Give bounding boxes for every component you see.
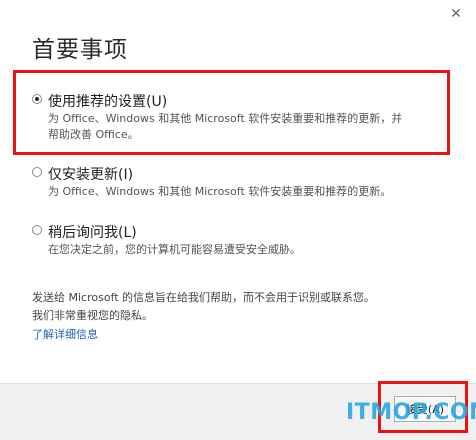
option-ask-later-label[interactable]: 稍后询问我(L)	[48, 222, 137, 242]
privacy-info-line1: 发送给 Microsoft 的信息旨在给我们帮助，而不会用于识别或联系您。	[32, 291, 376, 304]
option-recommended-desc-line2: 帮助改善 Office。	[48, 128, 139, 141]
option-updates-only-desc: 为 Office、Windows 和其他 Microsoft 软件安装重要和推荐…	[48, 185, 392, 198]
privacy-info: 发送给 Microsoft 的信息旨在给我们帮助，而不会用于识别或联系您。 我们…	[32, 289, 375, 325]
option-updates-only-label[interactable]: 仅安装更新(I)	[48, 164, 133, 184]
option-recommended-label[interactable]: 使用推荐的设置(U)	[48, 91, 167, 111]
option-ask-later-desc: 在您决定之前，您的计算机可能容易遭受安全威胁。	[48, 243, 301, 256]
learn-more-link[interactable]: 了解详细信息	[32, 326, 98, 342]
close-icon[interactable]: ✕	[448, 6, 464, 22]
radio-recommended[interactable]	[32, 94, 42, 104]
setup-dialog: ✕ 首要事项 使用推荐的设置(U) 为 Office、Windows 和其他 M…	[0, 0, 476, 440]
radio-updates-only[interactable]	[32, 167, 42, 177]
watermark-text: ITMOP.COM	[346, 400, 476, 425]
option-recommended-desc-line1: 为 Office、Windows 和其他 Microsoft 软件安装重要和推荐…	[48, 112, 403, 125]
dialog-title: 首要事项	[32, 37, 128, 63]
radio-ask-later[interactable]	[32, 225, 42, 235]
option-recommended-desc: 为 Office、Windows 和其他 Microsoft 软件安装重要和推荐…	[48, 111, 402, 143]
privacy-info-line2: 我们非常重视您的隐私。	[32, 309, 153, 322]
